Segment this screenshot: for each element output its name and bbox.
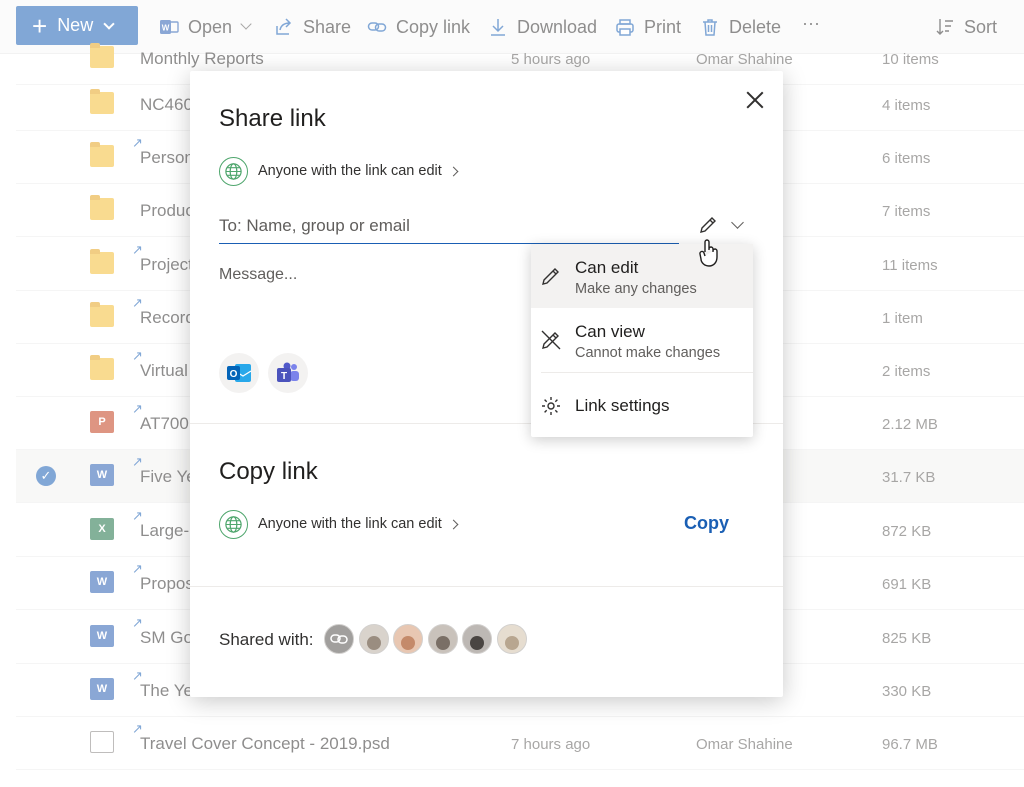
message-input[interactable] <box>219 266 539 326</box>
share-link-title: Share link <box>219 105 326 132</box>
copy-link-title: Copy link <box>219 458 318 485</box>
gear-icon <box>542 397 560 415</box>
shared-with-label: Shared with: <box>219 630 314 649</box>
menu-item-title: Link settings <box>575 396 670 415</box>
no-edit-icon <box>541 330 561 350</box>
menu-item-link-settings[interactable]: Link settings <box>531 374 753 436</box>
teams-icon: T <box>277 362 299 382</box>
menu-item-subtitle: Cannot make changes <box>575 345 721 361</box>
chevron-right-icon <box>448 519 459 529</box>
pencil-icon <box>542 268 559 285</box>
menu-item-subtitle: Make any changes <box>575 281 697 297</box>
share-scope-button[interactable]: Anyone with the link can edit <box>219 156 459 186</box>
close-icon[interactable] <box>744 89 766 111</box>
permission-dropdown[interactable] <box>697 213 745 237</box>
link-icon[interactable] <box>324 624 354 654</box>
svg-text:T: T <box>281 371 287 382</box>
menu-item-can-view[interactable]: Can view Cannot make changes <box>531 308 753 372</box>
avatar[interactable] <box>496 624 527 654</box>
menu-item-title: Can edit <box>575 258 639 277</box>
outlook-button[interactable]: O <box>219 353 259 393</box>
teams-button[interactable]: T <box>268 353 308 393</box>
menu-divider <box>541 372 753 373</box>
pencil-icon <box>700 217 716 233</box>
avatar[interactable] <box>358 624 389 654</box>
chevron-right-icon <box>448 166 459 176</box>
menu-item-title: Can view <box>575 322 645 341</box>
copy-scope-button[interactable]: Anyone with the link can edit <box>219 509 459 539</box>
copy-scope-label: Anyone with the link can edit <box>258 516 442 532</box>
copy-button[interactable]: Copy <box>684 513 729 534</box>
avatar[interactable] <box>462 624 492 654</box>
globe-icon <box>219 509 248 539</box>
svg-text:O: O <box>230 369 238 380</box>
section-divider <box>190 586 783 587</box>
chevron-down-icon <box>731 216 744 229</box>
share-scope-label: Anyone with the link can edit <box>258 163 442 179</box>
globe-icon <box>219 156 248 186</box>
shared-with-avatars <box>324 624 531 654</box>
permissions-menu: Can edit Make any changes Can view Canno… <box>531 244 753 437</box>
recipient-input[interactable] <box>219 209 679 244</box>
outlook-icon: O <box>227 364 252 382</box>
hand-cursor-icon <box>699 239 718 267</box>
avatar[interactable] <box>393 624 423 654</box>
avatar[interactable] <box>427 624 458 654</box>
